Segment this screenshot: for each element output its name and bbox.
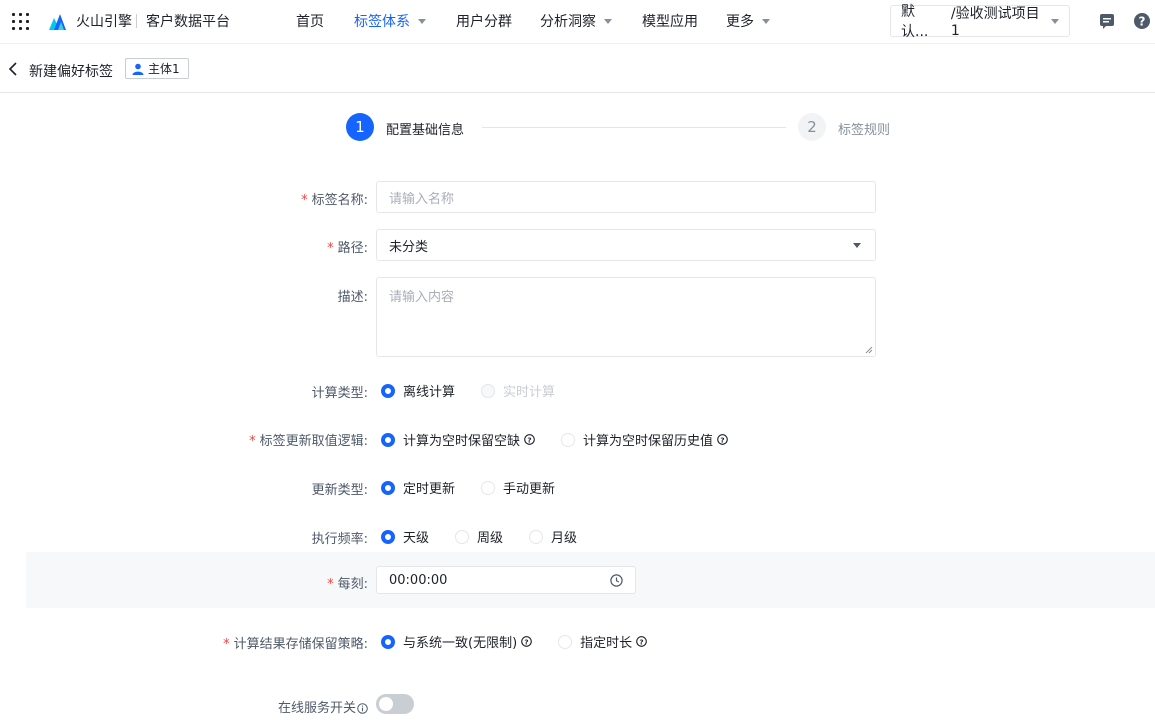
app-grid-icon[interactable] <box>12 13 29 30</box>
retention-label: * 计算结果存储保留策略: <box>223 637 368 652</box>
update-type-label: 更新类型: <box>311 483 368 498</box>
required-mark: * <box>327 241 334 256</box>
svg-text:?: ? <box>527 435 531 444</box>
required-mark: * <box>223 637 230 652</box>
step-2-indicator: 2 <box>798 113 826 141</box>
nav-item-more[interactable]: 更多 <box>726 11 770 31</box>
question-circle-icon[interactable]: ? <box>636 636 647 647</box>
radio-scheduled-update[interactable]: 定时更新 <box>381 478 455 497</box>
path-label: * 路径: <box>327 241 368 256</box>
online-service-label: 在线服务开关 <box>278 697 368 716</box>
platform-name: 客户数据平台 <box>146 14 230 30</box>
project-name: /验收测试项目1 <box>950 6 1040 39</box>
svg-text:?: ? <box>525 637 529 646</box>
page-title: 新建偏好标签 <box>29 64 113 80</box>
radio-manual-update[interactable]: 手动更新 <box>481 478 555 497</box>
path-select[interactable]: 未分类 <box>376 229 876 261</box>
resize-handle-icon[interactable] <box>865 346 873 354</box>
required-mark: * <box>249 434 256 449</box>
question-circle-icon[interactable]: ? <box>521 636 532 647</box>
radio-keep-history[interactable]: 计算为空时保留历史值 ? <box>561 430 728 449</box>
step-1-indicator: 1 <box>346 113 374 141</box>
retention-radio-group: 与系统一致(无限制) ? 指定时长 ? <box>381 632 673 651</box>
calc-type-label: 计算类型: <box>311 386 368 401</box>
top-navigation-bar: 火山引擎 客户数据平台 首页 标签体系 用户分群 分析洞察 模型应用 更多 默认… <box>0 0 1155 44</box>
time-picker[interactable]: 00:00:00 <box>376 566 636 594</box>
nav-item-home[interactable]: 首页 <box>296 11 324 31</box>
switch-knob <box>379 697 393 711</box>
back-arrow-icon[interactable] <box>8 62 18 76</box>
update-type-radio-group: 定时更新 手动更新 <box>381 478 581 497</box>
radio-keep-empty[interactable]: 计算为空时保留空缺 ? <box>381 430 535 449</box>
radio-monthly[interactable]: 月级 <box>529 527 577 546</box>
chevron-down-icon <box>1051 18 1059 24</box>
svg-text:?: ? <box>720 435 724 444</box>
radio-offline-calc[interactable]: 离线计算 <box>381 381 455 400</box>
page-header: 新建偏好标签 主体1 <box>0 45 1155 93</box>
svg-text:?: ? <box>1139 15 1146 29</box>
required-mark: * <box>327 577 334 592</box>
project-short-name: 默认... <box>901 4 929 40</box>
required-mark: * <box>301 193 308 208</box>
update-logic-label: * 标签更新取值逻辑: <box>249 434 368 449</box>
radio-daily[interactable]: 天级 <box>381 527 429 546</box>
calc-type-radio-group: 离线计算 实时计算 <box>381 381 581 400</box>
update-logic-radio-group: 计算为空时保留空缺 ? 计算为空时保留历史值 ? <box>381 430 754 449</box>
description-textarea[interactable]: 请输入内容 <box>376 277 876 357</box>
entity-tag-label: 主体1 <box>148 62 180 76</box>
description-label: 描述: <box>337 290 368 305</box>
radio-realtime-calc: 实时计算 <box>481 381 555 400</box>
step-connector <box>482 127 786 128</box>
brand-name: 火山引擎 <box>76 14 132 30</box>
question-circle-icon[interactable]: ? <box>524 434 535 445</box>
radio-weekly[interactable]: 周级 <box>455 527 503 546</box>
tag-name-input[interactable]: 请输入名称 <box>376 181 876 213</box>
chevron-down-icon <box>418 18 426 24</box>
frequency-radio-group: 天级 周级 月级 <box>381 527 603 546</box>
chevron-down-icon <box>853 243 861 248</box>
step-2-label: 标签规则 <box>838 123 891 138</box>
tag-name-label: * 标签名称: <box>301 193 368 208</box>
nav-item-analysis[interactable]: 分析洞察 <box>540 11 612 31</box>
chevron-down-icon <box>762 18 770 24</box>
chevron-down-icon <box>604 18 612 24</box>
time-value: 00:00:00 <box>389 572 448 588</box>
volcano-logo-icon <box>49 14 66 30</box>
user-icon <box>132 63 144 75</box>
radio-custom-duration[interactable]: 指定时长 ? <box>558 632 647 651</box>
message-icon[interactable] <box>1098 12 1116 30</box>
time-label: * 每刻: <box>327 577 368 592</box>
info-circle-icon[interactable] <box>357 703 368 714</box>
nav-item-model-app[interactable]: 模型应用 <box>642 11 698 31</box>
entity-tag: 主体1 <box>125 58 189 79</box>
online-service-switch[interactable] <box>376 694 414 714</box>
radio-system-default[interactable]: 与系统一致(无限制) ? <box>381 632 532 651</box>
nav-item-user-segment[interactable]: 用户分群 <box>456 11 512 31</box>
step-1-label: 配置基础信息 <box>386 123 465 138</box>
svg-text:?: ? <box>640 637 644 646</box>
frequency-label: 执行频率: <box>311 532 368 547</box>
brand-divider <box>136 14 137 28</box>
question-circle-icon[interactable]: ? <box>717 434 728 445</box>
help-icon[interactable]: ? <box>1133 12 1151 30</box>
clock-icon <box>610 574 623 587</box>
nav-item-tag-system[interactable]: 标签体系 <box>354 11 426 31</box>
project-selector[interactable]: 默认... /验收测试项目1 <box>890 4 1070 40</box>
